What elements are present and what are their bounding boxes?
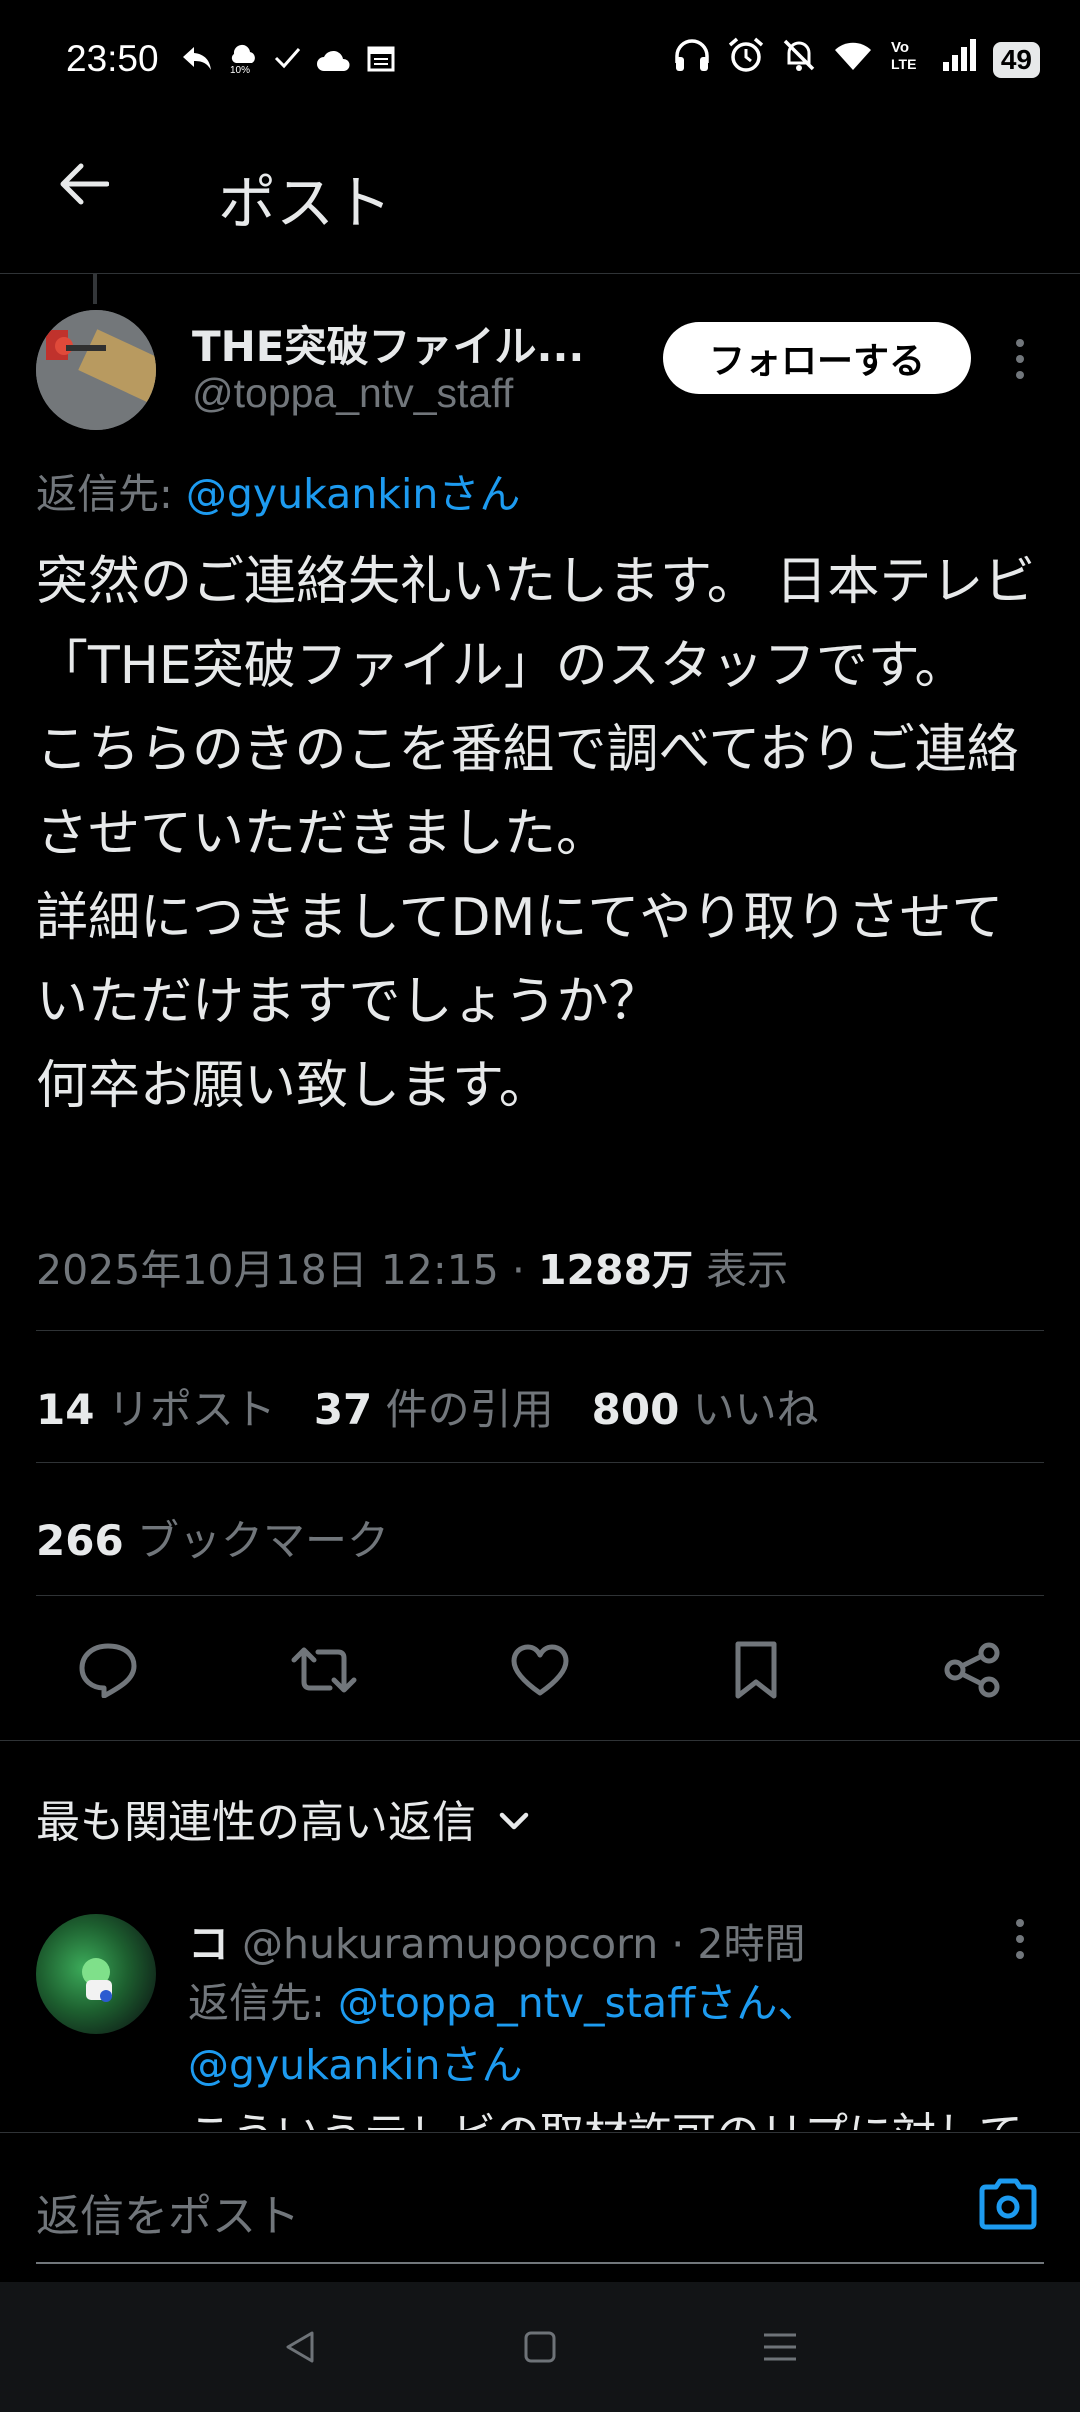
bookmark-icon[interactable] (716, 1630, 796, 1710)
tweet-action-bar (0, 1600, 1080, 1740)
svg-text:Vo: Vo (891, 39, 909, 56)
retweet-icon[interactable] (284, 1630, 364, 1710)
thread-line (93, 274, 97, 304)
wifi-icon (833, 38, 873, 81)
more-options-icon[interactable] (1000, 335, 1040, 383)
battery-icon: 49 (992, 41, 1040, 78)
reply-to-handle-link[interactable]: @gyukankinさん (186, 470, 521, 518)
reply-more-options-icon[interactable] (1000, 1915, 1040, 1963)
share-icon[interactable] (932, 1630, 1012, 1710)
signal-icon (941, 38, 977, 81)
author-name[interactable]: THE突破ファイル... (192, 313, 584, 374)
volte-icon: Vo LTE (889, 37, 925, 82)
divider (36, 1462, 1044, 1463)
follow-button[interactable]: フォローする (663, 322, 971, 394)
reposts-stat[interactable]: 14 リポスト (36, 1376, 276, 1437)
page-title: ポスト (218, 169, 393, 237)
tweet-meta: 2025年10月18日 12:15 · 1288万 表示 (36, 1236, 788, 1296)
reply-to-handle-link[interactable]: @toppa_ntv_staffさん、 (338, 1979, 818, 2027)
status-system-icons: Vo LTE 49 (673, 36, 1040, 83)
reply-icon[interactable] (68, 1630, 148, 1710)
reply-to: 返信先: @gyukankinさん (36, 460, 520, 520)
reply-reply-to: 返信先: @toppa_ntv_staffさん、 @gyukankinさん (188, 1972, 1048, 2096)
back-button[interactable] (48, 150, 120, 222)
arrow-left-icon (59, 162, 110, 210)
nav-recents-icon[interactable] (750, 2317, 810, 2377)
status-time: 23:50 (66, 38, 159, 79)
reply-to-handle-link[interactable]: @gyukankinさん (188, 2041, 523, 2089)
svg-text:LTE: LTE (891, 56, 916, 72)
camera-icon[interactable] (976, 2172, 1040, 2236)
reply-arrow-icon (180, 42, 214, 82)
cloud-icon (316, 42, 352, 82)
headphones-icon (673, 37, 711, 82)
alarm-icon (727, 36, 765, 83)
header-divider (0, 273, 1080, 274)
mute-icon (781, 37, 817, 82)
engagement-stats: 14 リポスト 37 件の引用 800 いいね (36, 1376, 819, 1437)
reply-text: こういうテレビの取材許可のリプに対して (188, 2098, 1048, 2130)
reply-input[interactable]: 返信をポスト (36, 2180, 300, 2244)
input-underline (36, 2262, 1044, 2264)
sort-label: 最も関連性の高い返信 (36, 1797, 476, 1848)
views-count: 1288万 (537, 1246, 694, 1294)
views-label: 表示 (693, 1246, 789, 1294)
reply-avatar[interactable] (36, 1914, 156, 2034)
author-avatar[interactable] (36, 310, 156, 430)
reposts-count: 14 (36, 1385, 95, 1434)
reply-to-prefix: 返信先: (36, 470, 186, 518)
bookmarks-count: 266 (36, 1516, 124, 1565)
section-divider (0, 1740, 1080, 1741)
reply-sort-dropdown[interactable]: 最も関連性の高い返信 (36, 1786, 532, 1850)
author-handle[interactable]: @toppa_ntv_staff (192, 370, 513, 417)
tweet-body: 突然のご連絡失礼いたします。 日本テレビ「THE突破ファイル」のスタッフです。 … (36, 552, 1036, 1116)
bookmarks-stat[interactable]: 266 ブックマーク (36, 1507, 389, 1568)
divider (36, 1330, 1044, 1331)
quotes-count: 37 (313, 1385, 373, 1434)
calendar-icon (366, 42, 396, 82)
likes-stat[interactable]: 800 いいね (592, 1376, 819, 1437)
reply-to-prefix: 返信先: (188, 1979, 338, 2027)
divider (36, 1595, 1044, 1596)
chevron-down-icon (496, 1793, 532, 1844)
reply-author-handle[interactable]: @hukuramupopcorn · 2時間 (229, 1920, 805, 1968)
nav-back-icon[interactable] (270, 2317, 330, 2377)
like-icon[interactable] (500, 1630, 580, 1710)
likes-count: 800 (591, 1385, 680, 1434)
nav-home-icon[interactable] (510, 2317, 570, 2377)
reply-author-name[interactable]: コ (188, 1920, 229, 1968)
status-notification-icons: 10% (180, 40, 396, 83)
system-navigation-bar (0, 2282, 1080, 2412)
reply-header: コ @hukuramupopcorn · 2時間 (188, 1910, 805, 1970)
weather-icon: 10% (228, 40, 258, 83)
check-icon (272, 42, 302, 82)
quotes-stat[interactable]: 37 件の引用 (314, 1376, 554, 1437)
tweet-timestamp[interactable]: 2025年10月18日 12:15 · (36, 1246, 538, 1294)
svg-text:10%: 10% (230, 65, 250, 74)
